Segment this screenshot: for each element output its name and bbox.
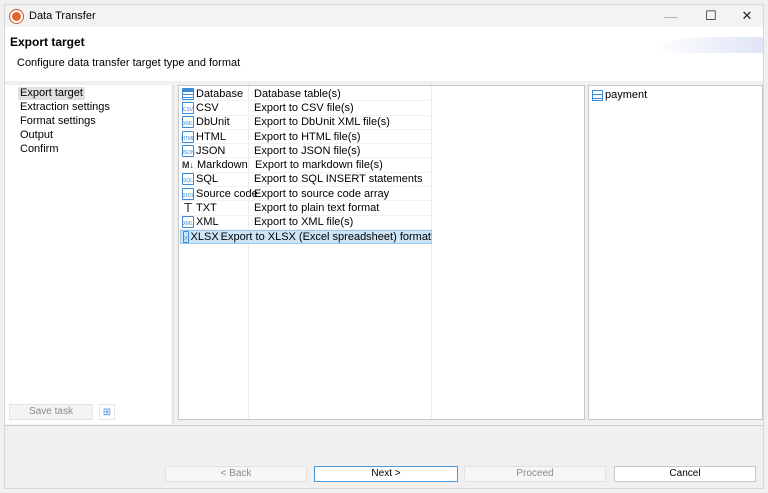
save-task-button[interactable]: Save task xyxy=(9,404,93,420)
format-row[interactable]: SQL SQL Export to SQL INSERT statements xyxy=(180,173,432,188)
nav-item[interactable]: Extraction settings xyxy=(18,101,112,114)
format-description: Export to JSON file(s) xyxy=(254,144,361,157)
format-name: SQL xyxy=(196,173,219,186)
format-description: Export to XML file(s) xyxy=(254,216,354,229)
format-name: Markdown xyxy=(197,159,248,172)
format-row[interactable]: X XLSX Export to XLSX (Excel spreadsheet) … xyxy=(180,230,432,245)
html-file-icon: HTML xyxy=(181,130,195,143)
close-button[interactable]: ✕ xyxy=(729,5,765,27)
divider xyxy=(5,425,763,426)
splitter[interactable] xyxy=(173,85,174,424)
format-name: XML xyxy=(196,216,219,229)
format-name: TXT xyxy=(196,202,217,215)
nav-item[interactable]: Export target xyxy=(18,87,85,100)
database-icon xyxy=(182,87,194,100)
format-list: Database Database table(s) CSV CSV Export to… xyxy=(178,85,585,420)
back-button[interactable]: < Back xyxy=(165,466,307,482)
minimize-button[interactable]: — xyxy=(653,5,689,27)
csv-file-icon: CSV xyxy=(182,101,194,114)
format-description: Database table(s) xyxy=(254,87,341,100)
format-row[interactable]: XML XML Export to XML file(s) xyxy=(180,216,432,230)
task-config-button[interactable]: ⊞ xyxy=(99,404,115,420)
format-row[interactable]: T TXT Export to plain text format xyxy=(180,200,432,216)
format-description: Export to plain text format xyxy=(254,202,380,215)
format-description: Export to CSV file(s) xyxy=(254,101,354,114)
window-title: Data Transfer xyxy=(29,10,96,22)
format-name: CSV xyxy=(196,101,219,114)
xml-file-icon: XML xyxy=(182,116,194,129)
table-icon xyxy=(592,89,603,101)
format-name: JSON xyxy=(196,144,226,157)
app-logo-icon xyxy=(10,9,23,23)
proceed-button[interactable]: Proceed xyxy=(464,466,606,482)
format-name: HTML xyxy=(196,130,226,143)
title-bar: Data Transfer — ☐ ✕ xyxy=(5,5,763,27)
format-description: Export to source code array xyxy=(254,187,390,200)
excel-file-icon: X xyxy=(183,231,189,244)
format-description: Export to SQL INSERT statements xyxy=(254,173,423,186)
format-row[interactable]: XML DbUnit Export to DbUnit XML file(s) xyxy=(180,116,432,130)
format-row[interactable]: 0101 Source code Export to source code arr… xyxy=(180,187,432,202)
format-row[interactable]: M↓ Markdown Export to markdown file(s) xyxy=(180,159,432,173)
wizard-nav: Save task ⊞ Export target Extraction sett… xyxy=(5,85,171,424)
format-description: Export to DbUnit XML file(s) xyxy=(254,116,390,129)
cancel-button[interactable]: Cancel xyxy=(614,466,756,482)
format-name: Database xyxy=(196,87,244,100)
page-subtitle: Configure data transfer target type and … xyxy=(17,57,241,69)
format-name: XLSX xyxy=(190,231,219,244)
xml-file-icon: XML xyxy=(182,216,194,229)
sql-file-icon: SQL xyxy=(182,173,194,186)
table-name: payment xyxy=(605,89,648,101)
format-name: DbUnit xyxy=(196,116,230,129)
maximize-button[interactable]: ☐ xyxy=(693,5,729,27)
format-row[interactable]: Database Database table(s) xyxy=(180,87,432,102)
markdown-icon: M↓ xyxy=(182,160,194,171)
wizard-header: Export target Configure data transfer ta… xyxy=(5,27,763,81)
nav-item[interactable]: Confirm xyxy=(18,143,61,156)
format-row[interactable]: CSV CSV Export to CSV file(s) xyxy=(180,101,432,116)
table-item[interactable]: payment xyxy=(592,89,647,101)
data-transfer-dialog: Data Transfer — ☐ ✕ Export target Config… xyxy=(4,4,764,489)
next-button[interactable]: Next > xyxy=(314,466,458,482)
text-icon: T xyxy=(184,200,192,216)
format-row[interactable]: HTML HTML Export to HTML file(s) xyxy=(180,130,432,145)
json-file-icon: JSON xyxy=(181,144,195,157)
format-description: Export to HTML file(s) xyxy=(254,130,361,143)
tables-list: payment xyxy=(588,85,763,420)
format-description: Export to markdown file(s) xyxy=(255,159,383,172)
tasks-icon: ⊞ xyxy=(102,406,112,418)
nav-item[interactable]: Format settings xyxy=(18,115,98,128)
format-row[interactable]: JSON JSON Export to JSON file(s) xyxy=(180,144,432,159)
format-description: Export to XLSX (Excel spreadsheet) forma… xyxy=(220,231,431,244)
page-title: Export target xyxy=(10,35,85,49)
format-name: Source code xyxy=(196,187,258,200)
header-decoration xyxy=(653,37,763,53)
source-code-icon: 0101 xyxy=(182,187,194,200)
nav-item[interactable]: Output xyxy=(18,129,55,142)
